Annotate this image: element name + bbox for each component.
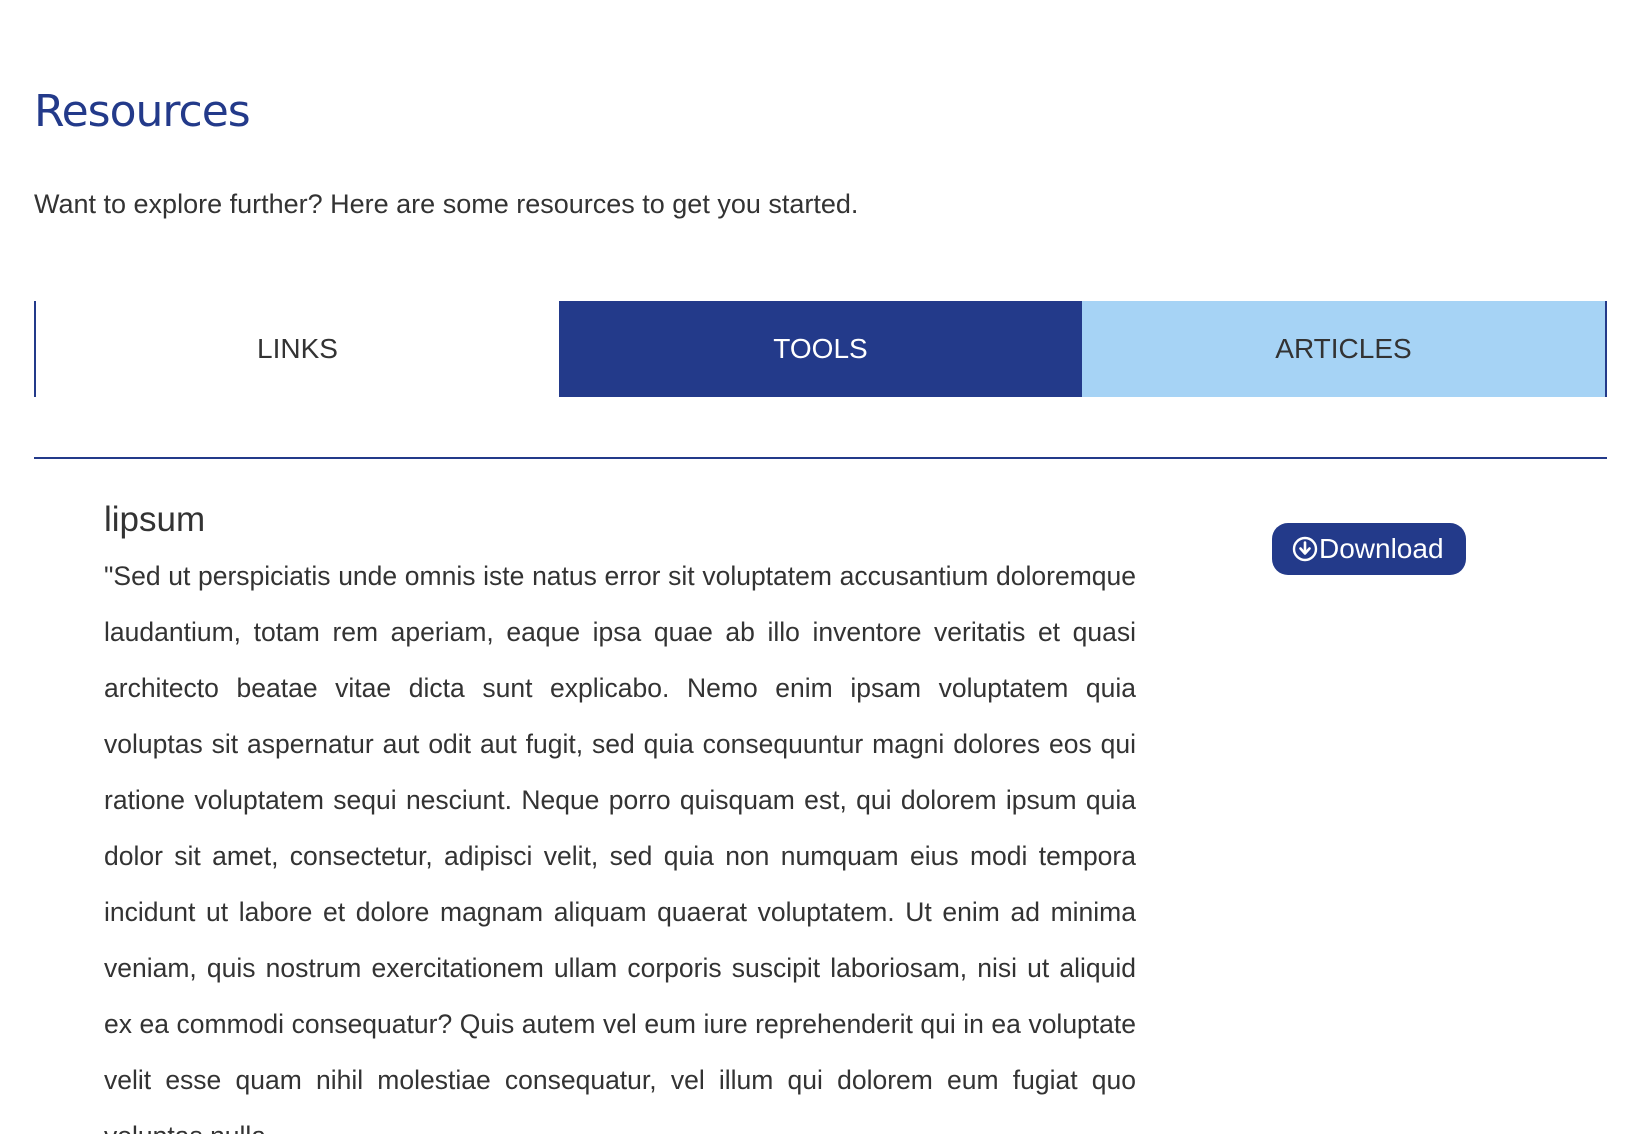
tab-tools[interactable]: TOOLS [559, 301, 1082, 397]
page-title: Resources [34, 86, 251, 137]
tab-articles[interactable]: ARTICLES [1082, 301, 1607, 397]
tab-links[interactable]: LINKS [34, 301, 559, 397]
resource-tabs: LINKS TOOLS ARTICLES [34, 301, 1607, 397]
download-label: Download [1319, 533, 1444, 564]
download-circle-icon [1292, 536, 1318, 562]
resource-description: "Sed ut perspiciatis unde omnis iste nat… [104, 561, 1136, 1134]
intro-text: Want to explore further? Here are some r… [34, 189, 859, 219]
section-divider [34, 457, 1607, 459]
download-button[interactable]: Download [1272, 523, 1466, 575]
resource-title: lipsum [104, 500, 206, 539]
